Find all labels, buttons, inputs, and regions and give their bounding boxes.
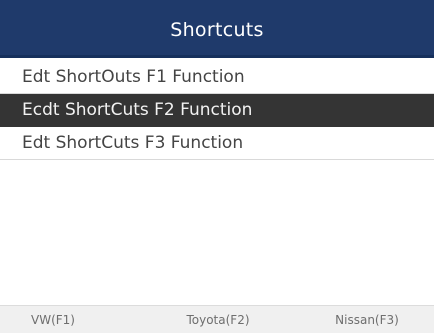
f3-shortcut-button[interactable]: Nissan(F3) [322, 306, 412, 333]
page-title: Shortcuts [170, 19, 264, 41]
title-bar: Shortcuts [0, 0, 434, 58]
shortcut-menu-list: Edt ShortOuts F1 Function Ecdt ShortCuts… [0, 61, 434, 160]
shortcuts-screen: Shortcuts Edt ShortOuts F1 Function Ecdt… [0, 0, 434, 333]
menu-item-edit-f1[interactable]: Edt ShortOuts F1 Function [0, 61, 434, 94]
menu-item-edit-f2[interactable]: Ecdt ShortCuts F2 Function [0, 94, 434, 127]
function-key-bar: VW(F1) Toyota(F2) Nissan(F3) [0, 305, 434, 333]
f1-shortcut-button[interactable]: VW(F1) [18, 306, 88, 333]
menu-item-edit-f3[interactable]: Edt ShortCuts F3 Function [0, 127, 434, 160]
f2-shortcut-button[interactable]: Toyota(F2) [178, 306, 258, 333]
